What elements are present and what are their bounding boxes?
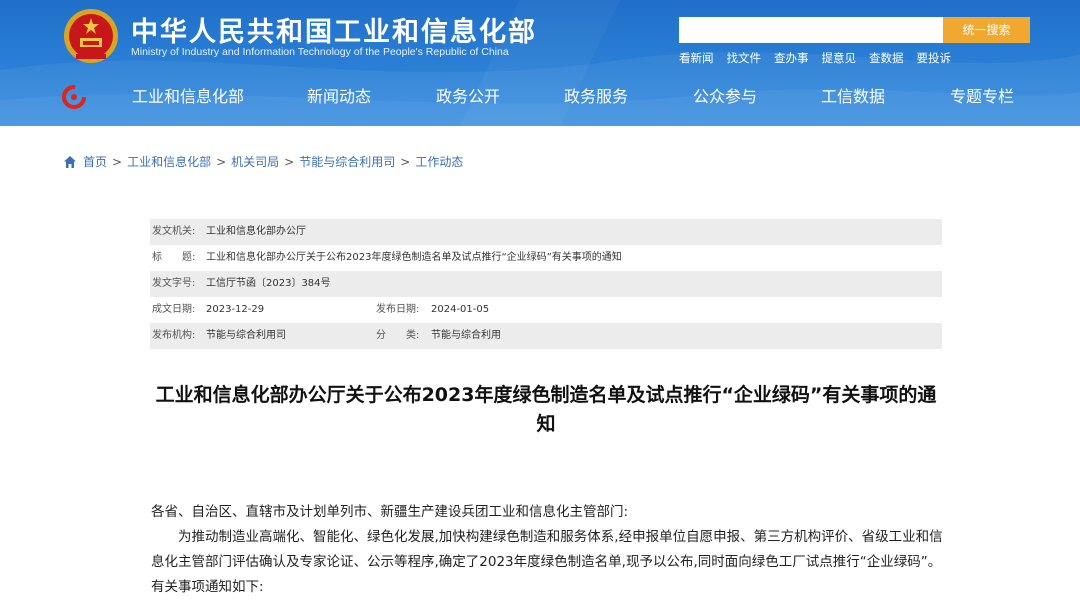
breadcrumb-energy-dept[interactable]: 节能与综合利用司 <box>299 153 395 170</box>
meta-issuer-label: 发文机关: <box>152 226 196 237</box>
meta-org-label: 发布机构: <box>152 330 196 341</box>
document-salutation: 各省、自治区、直辖市及计划单列市、新疆生产建设兵团工业和信息化主管部门: <box>151 504 629 520</box>
breadcrumb-separator: > <box>284 154 295 169</box>
nav-item-public-affairs[interactable]: 政务公开 <box>436 84 500 110</box>
meta-created-value: 2023-12-29 <box>206 304 265 315</box>
site-title: 中华人民共和国工业和信息化部 <box>131 17 537 48</box>
meta-doc-no-value: 工信厅节函〔2023〕384号 <box>206 278 331 289</box>
document-paragraph: 为推动制造业高端化、智能化、绿色化发展,加快构建绿色制造和服务体系,经申报单位自… <box>151 529 943 595</box>
breadcrumb-separator: > <box>400 154 411 169</box>
quick-link-services[interactable]: 查办事 <box>774 50 809 66</box>
meta-published-label: 发布日期: <box>376 304 420 315</box>
site-header: 中华人民共和国工业和信息化部 Ministry of Industry and … <box>0 0 1080 126</box>
meta-category-label: 分 类: <box>376 330 420 341</box>
meta-row-org: 发布机构: 节能与综合利用司 分 类: 节能与综合利用 <box>150 323 942 349</box>
search-input[interactable] <box>679 17 943 43</box>
breadcrumb-departments[interactable]: 机关司局 <box>231 153 279 170</box>
meta-row-title: 标 题: 工业和信息化部办公厅关于公布2023年度绿色制造名单及试点推行“企业绿… <box>150 245 942 271</box>
breadcrumb: 首页 > 工业和信息化部 > 机关司局 > 节能与综合利用司 > 工作动态 <box>63 153 463 170</box>
nav-item-data[interactable]: 工信数据 <box>821 84 885 110</box>
meta-category-value: 节能与综合利用 <box>431 330 501 341</box>
main-nav: 工业和信息化部 新闻动态 政务公开 政务服务 公众参与 工信数据 专题专栏 <box>0 84 1080 110</box>
document-metadata: 发文机关: 工业和信息化部办公厅 标 题: 工业和信息化部办公厅关于公布2023… <box>150 219 942 349</box>
breadcrumb-work-news[interactable]: 工作动态 <box>415 153 463 170</box>
national-emblem-icon <box>64 9 118 63</box>
search-button[interactable]: 统一搜索 <box>943 17 1030 43</box>
home-icon <box>64 155 76 168</box>
meta-title-label: 标 题: <box>152 252 196 263</box>
meta-org-value: 节能与综合利用司 <box>206 330 286 341</box>
meta-title-value: 工业和信息化部办公厅关于公布2023年度绿色制造名单及试点推行“企业绿码”有关事… <box>206 252 622 263</box>
quick-link-news[interactable]: 看新闻 <box>679 50 714 66</box>
nav-item-ministry[interactable]: 工业和信息化部 <box>132 84 244 110</box>
breadcrumb-separator: > <box>112 154 123 169</box>
quick-link-complaint[interactable]: 要投诉 <box>917 50 952 66</box>
breadcrumb-ministry[interactable]: 工业和信息化部 <box>127 153 211 170</box>
quick-link-feedback[interactable]: 提意见 <box>822 50 857 66</box>
meta-row-doc-no: 发文字号: 工信厅节函〔2023〕384号 <box>150 271 942 297</box>
meta-created-label: 成文日期: <box>152 304 196 315</box>
quick-link-data[interactable]: 查数据 <box>869 50 904 66</box>
meta-issuer-value: 工业和信息化部办公厅 <box>206 226 306 237</box>
nav-item-topics[interactable]: 专题专栏 <box>950 84 1014 110</box>
breadcrumb-separator: > <box>216 154 227 169</box>
site-subtitle: Ministry of Industry and Information Tec… <box>131 46 509 58</box>
document-title: 工业和信息化部办公厅关于公布2023年度绿色制造名单及试点推行“企业绿码”有关事… <box>155 384 937 435</box>
quick-links: 看新闻 找文件 查办事 提意见 查数据 要投诉 <box>679 50 951 66</box>
meta-row-issuer: 发文机关: 工业和信息化部办公厅 <box>150 219 942 245</box>
meta-row-dates: 成文日期: 2023-12-29 发布日期: 2024-01-05 <box>150 297 942 323</box>
nav-item-participation[interactable]: 公众参与 <box>693 84 757 110</box>
meta-doc-no-label: 发文字号: <box>152 278 196 289</box>
quick-link-files[interactable]: 找文件 <box>727 50 762 66</box>
document-body: 各省、自治区、直辖市及计划单列市、新疆生产建设兵团工业和信息化主管部门: 为推动… <box>151 500 943 600</box>
meta-published-value: 2024-01-05 <box>431 304 490 315</box>
breadcrumb-home[interactable]: 首页 <box>83 153 107 170</box>
nav-item-services[interactable]: 政务服务 <box>564 84 628 110</box>
nav-item-news[interactable]: 新闻动态 <box>307 84 371 110</box>
